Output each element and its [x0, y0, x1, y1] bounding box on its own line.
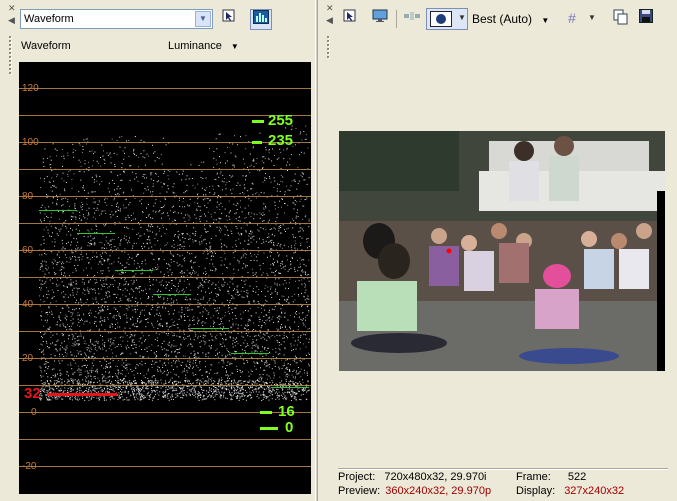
chevron-down-icon[interactable]: ▼ [195, 11, 211, 27]
y-tick-label: 20 [22, 353, 34, 364]
copy-icon [613, 9, 628, 25]
preview-value: 360x240x32, 29.970p [385, 485, 492, 497]
chevron-down-icon: ▼ [541, 16, 550, 25]
scope-type-select[interactable]: Waveform ▼ [20, 9, 213, 29]
y-tick-label: 100 [22, 137, 39, 148]
graticule-line [19, 385, 311, 386]
y-tick-label: 40 [22, 299, 34, 310]
marker-0-bar [260, 427, 278, 430]
channel-dropdown[interactable]: Luminance ▼ [168, 40, 239, 52]
split-screen-icon [404, 12, 420, 20]
pointer-settings-icon [343, 9, 356, 22]
marker-16-bar [260, 411, 272, 414]
video-frame [339, 131, 665, 371]
save-snapshot-icon[interactable] [636, 9, 656, 29]
channel-label: Luminance [168, 40, 222, 52]
scope-name-label: Waveform [21, 40, 71, 52]
toolbar-separator [396, 10, 397, 28]
frame-value: 522 [567, 471, 587, 483]
close-icon[interactable]: ✕ [8, 4, 16, 13]
chevron-down-icon: ▼ [458, 13, 466, 22]
display-label: Display: [516, 485, 556, 497]
pointer-settings-icon [222, 9, 235, 22]
project-label: Project: [338, 471, 376, 483]
setup-marker-bar [47, 393, 117, 396]
scopes-panel: ✕ ◀ Waveform ▼ Waveform Luminance ▼ 120 … [0, 0, 315, 501]
external-monitor-icon[interactable] [370, 9, 390, 29]
frame-label: Frame: [516, 471, 551, 483]
frame-status: Frame: 522 [516, 471, 586, 483]
split-view-icon[interactable] [402, 9, 422, 29]
trace-segment [39, 210, 77, 211]
histogram-icon [253, 10, 269, 24]
panel-grip[interactable] [327, 36, 330, 60]
collapse-arrow-icon[interactable]: ◀ [326, 16, 333, 25]
chevron-down-icon[interactable]: ▼ [588, 13, 596, 22]
copy-snapshot-icon[interactable] [611, 9, 631, 29]
marker-0-label: 0 [285, 419, 294, 436]
trace-segment [191, 328, 229, 329]
graticule-line [19, 439, 311, 440]
marker-255-bar [252, 120, 264, 123]
overlay-button[interactable]: ▼ [426, 8, 468, 30]
collapse-arrow-icon[interactable]: ◀ [8, 16, 15, 25]
y-tick-label: -20 [22, 461, 37, 472]
monitor-icon[interactable] [250, 9, 272, 30]
display-status: Display: 327x240x32 [516, 485, 624, 497]
project-status: Project: 720x480x32, 29.970i [338, 471, 487, 483]
y-tick-label: 60 [22, 245, 34, 256]
project-value: 720x480x32, 29.970i [384, 471, 487, 483]
graticule-line [19, 250, 311, 251]
marker-235-bar [252, 141, 262, 144]
overlay-icon [430, 11, 452, 27]
preview-quality-dropdown[interactable]: Best (Auto) ▼ [472, 12, 549, 26]
status-separator [338, 468, 668, 470]
video-frame-image [339, 131, 665, 371]
scope-type-value: Waveform [24, 13, 74, 25]
marker-255-label: 255 [268, 112, 294, 129]
panel-grip[interactable] [9, 60, 12, 76]
preview-quality-value: Best (Auto) [472, 12, 533, 26]
graticule-line [19, 466, 311, 467]
trace-segment [115, 270, 153, 271]
display-value: 327x240x32 [564, 485, 625, 497]
marker-16-label: 16 [278, 403, 295, 420]
trace-segment [153, 294, 191, 295]
marker-235-label: 235 [268, 132, 294, 149]
y-tick-label: 80 [22, 191, 34, 202]
settings-icon[interactable] [219, 9, 239, 29]
setup-marker-label: 32 [24, 385, 41, 402]
graticule-line [19, 358, 311, 359]
y-tick-label: 0 [31, 407, 37, 418]
monitor-icon [372, 9, 388, 22]
grid-icon[interactable]: # [562, 9, 582, 29]
graticule-line [19, 196, 311, 197]
y-tick-label: 120 [22, 83, 39, 94]
preview-settings-icon[interactable] [340, 9, 360, 29]
waveform-scope: 120 100 80 60 40 20 0 -20 255 235 16 0 3… [19, 62, 311, 494]
trace-segment [77, 233, 115, 234]
graticule-line [19, 277, 311, 278]
trace-segment [271, 387, 309, 388]
close-icon[interactable]: ✕ [326, 4, 334, 13]
graticule-line [19, 88, 311, 89]
graticule-line [19, 169, 311, 170]
graticule-line [19, 223, 311, 224]
trace-segment [231, 353, 269, 354]
chevron-down-icon: ▼ [230, 42, 239, 51]
graticule-line [19, 331, 311, 332]
preview-label: Preview: [338, 485, 381, 497]
preview-status: Preview: 360x240x32, 29.970p [338, 485, 491, 497]
graticule-line [19, 304, 311, 305]
panel-grip[interactable] [9, 36, 12, 60]
save-icon [639, 9, 653, 23]
